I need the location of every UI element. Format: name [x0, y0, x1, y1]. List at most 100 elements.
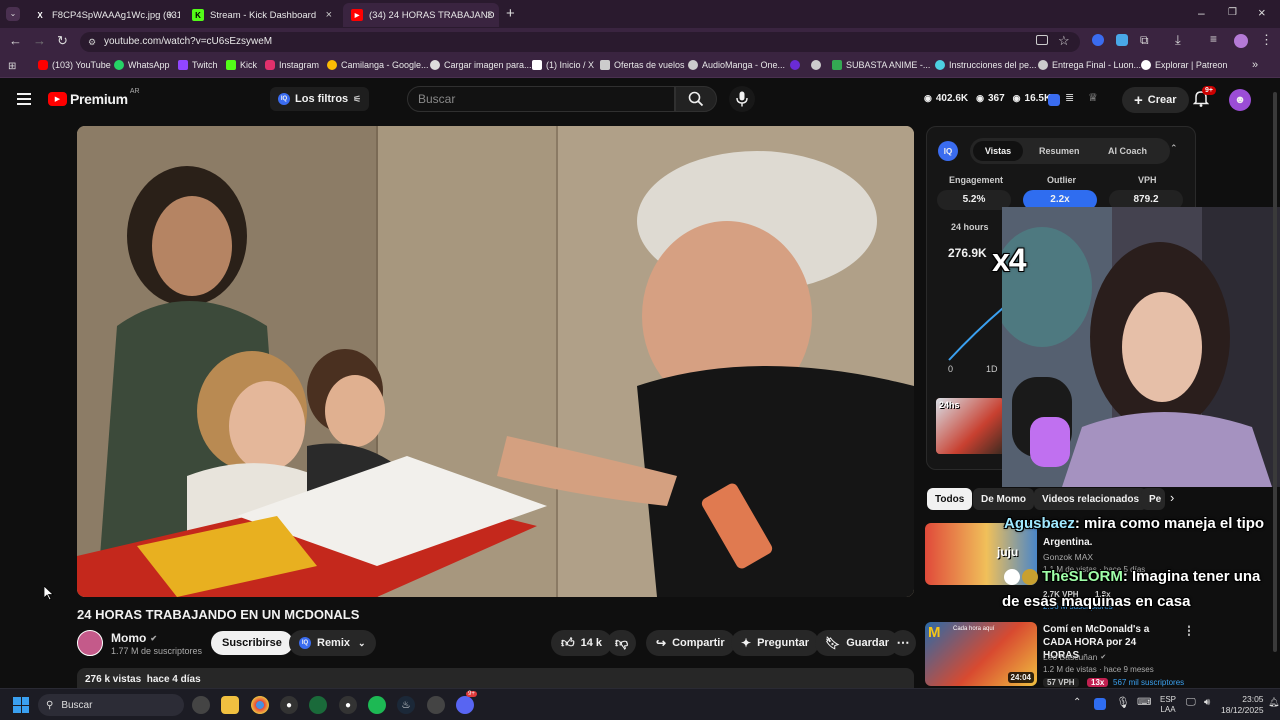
keyboard-icon[interactable]: ⌨: [1137, 697, 1151, 708]
dislike-button[interactable]: 👎︎: [607, 630, 637, 656]
page-scrollbar[interactable]: [1272, 84, 1278, 684]
maximize-icon[interactable]: ❐: [1228, 7, 1237, 18]
close-icon[interactable]: ×: [168, 9, 174, 21]
clock[interactable]: 23:05 18/12/2025: [1221, 694, 1264, 716]
file-explorer-icon[interactable]: [221, 696, 239, 714]
notification-center-icon[interactable]: 🔔︎: [1268, 697, 1279, 708]
youtube-logo[interactable]: ▶ Premium AR: [48, 88, 140, 107]
hamburger-menu-icon[interactable]: [17, 93, 31, 105]
puzzle-icon[interactable]: ⧉: [1140, 33, 1149, 48]
download-icon[interactable]: ⤓: [1175, 32, 1181, 48]
reload-icon[interactable]: ↻: [57, 33, 68, 49]
obs-icon[interactable]: ●: [339, 696, 357, 714]
more-actions-button[interactable]: ⋯: [890, 630, 916, 656]
copilot-icon[interactable]: [192, 696, 210, 714]
tray-app-icon[interactable]: [1094, 698, 1106, 710]
share-button[interactable]: ↪ Compartir: [646, 630, 735, 656]
new-tab-button[interactable]: +: [506, 5, 515, 22]
minimize-icon[interactable]: –: [1198, 6, 1205, 20]
taskbar-search[interactable]: ⚲ Buscar: [38, 694, 184, 716]
menu-icon[interactable]: ⋮: [1260, 32, 1273, 48]
mic-tray-icon[interactable]: 🎙︎: [1116, 696, 1130, 709]
notifications-button[interactable]: 9+: [1192, 86, 1216, 112]
iq-extension-icon[interactable]: [1048, 94, 1060, 106]
tab-kick-dashboard[interactable]: K Stream - Kick Dashboard ×: [184, 3, 338, 27]
like-button[interactable]: 👍︎ 14 k: [551, 630, 613, 656]
chrome-icon[interactable]: [251, 696, 269, 714]
site-info-icon[interactable]: ⚙: [88, 32, 96, 52]
bookmark-whatsapp[interactable]: WhatsApp: [114, 60, 170, 70]
media-icon[interactable]: ≡: [1210, 32, 1217, 46]
language-indicator[interactable]: ESP LAA: [1160, 695, 1176, 715]
channel-avatar[interactable]: [77, 630, 103, 656]
video-player[interactable]: [77, 126, 914, 597]
cast-icon[interactable]: [1036, 35, 1048, 45]
list-icon[interactable]: ≣: [1065, 91, 1074, 104]
options-icon[interactable]: ⋮: [1183, 624, 1195, 638]
bookmark-kick[interactable]: Kick: [226, 60, 257, 70]
bookmark-star-icon[interactable]: ☆: [1058, 33, 1070, 49]
save-button[interactable]: 🔖︎ Guardar: [815, 630, 900, 656]
ask-button[interactable]: ✦ Preguntar: [731, 630, 820, 656]
voice-search-button[interactable]: [729, 86, 755, 112]
collapse-icon[interactable]: ⌃: [1170, 143, 1178, 154]
tab-resumen[interactable]: Resumen: [1039, 141, 1080, 161]
windows-start-icon[interactable]: [13, 697, 29, 713]
app-green-icon[interactable]: [309, 696, 327, 714]
chip-todos[interactable]: Todos: [927, 488, 973, 510]
chip-related[interactable]: Videos relacionados: [1034, 488, 1148, 510]
apps-icon[interactable]: ⊞: [8, 61, 16, 72]
close-icon[interactable]: ×: [487, 9, 493, 21]
bookmark-globe[interactable]: [811, 60, 825, 70]
channel-name[interactable]: Momo ✔: [111, 631, 157, 645]
steam-icon[interactable]: ♨: [397, 696, 415, 714]
bookmark-youtube[interactable]: (103) YouTube: [38, 60, 111, 70]
profile-avatar[interactable]: [1234, 34, 1248, 48]
recommendation-item[interactable]: M Cada hora aquí 24:04 Comí en McDonald'…: [925, 620, 1195, 688]
account-avatar[interactable]: ☻: [1229, 89, 1251, 111]
close-icon[interactable]: ×: [326, 9, 332, 21]
create-button[interactable]: + Crear: [1122, 87, 1189, 113]
badge-icon[interactable]: ♕: [1088, 91, 1098, 104]
back-icon[interactable]: ←: [9, 33, 22, 48]
chevron-right-icon[interactable]: ›: [1170, 490, 1174, 505]
bookmark-entrega-final[interactable]: Entrega Final - Luon...: [1038, 60, 1141, 70]
close-window-icon[interactable]: ×: [1258, 5, 1266, 20]
bookmark-x[interactable]: (1) Inicio / X: [532, 60, 594, 70]
related-thumbnail[interactable]: 24hs: [936, 398, 1004, 454]
bookmark-patreon[interactable]: Explorar | Patreon: [1141, 60, 1227, 70]
tab-list-icon[interactable]: ⌄: [6, 7, 20, 21]
more-bookmarks-icon[interactable]: »: [1252, 59, 1258, 71]
extension-icon[interactable]: [1116, 34, 1128, 46]
bookmark-twitch[interactable]: Twitch: [178, 60, 218, 70]
bookmark-camilanga[interactable]: Camilanga - Google...: [327, 60, 429, 70]
network-icon[interactable]: 🖵︎: [1186, 697, 1196, 708]
search-input[interactable]: Buscar: [407, 86, 675, 112]
extension-icon[interactable]: [1092, 34, 1104, 46]
search-button[interactable]: [675, 86, 717, 112]
volume-icon[interactable]: 🔊︎: [1204, 697, 1210, 708]
remix-button[interactable]: IQ Remix ⌄: [289, 630, 376, 656]
tab-vistas[interactable]: Vistas: [973, 141, 1023, 161]
discord-icon[interactable]: 9+: [456, 691, 477, 714]
spotify-icon[interactable]: [368, 696, 386, 714]
tray-chevron-icon[interactable]: ⌃: [1073, 697, 1081, 708]
bookmark-cargar-imagen[interactable]: Cargar imagen para...: [430, 60, 532, 70]
bookmark-audiomanga[interactable]: AudioManga - One...: [688, 60, 785, 70]
bookmark-subasta[interactable]: SUBASTA ANIME -...: [832, 60, 930, 70]
subscribe-button[interactable]: Suscribirse: [211, 631, 293, 655]
url-field[interactable]: ⚙ youtube.com/watch?v=cU6sEzsyweM: [80, 32, 1080, 52]
tab-youtube-video[interactable]: ▶ (34) 24 HORAS TRABAJAND ×: [343, 3, 499, 27]
forward-icon[interactable]: →: [33, 33, 46, 48]
bookmark-instagram[interactable]: Instagram: [265, 60, 319, 70]
bookmark-vuelos[interactable]: Ofertas de vuelos: [600, 60, 685, 70]
obs-icon[interactable]: ●: [280, 696, 298, 714]
chip-more[interactable]: Pe: [1141, 488, 1165, 510]
tab-image[interactable]: X F8CP4SpWAAAg1Wc.jpg (631× ×: [26, 3, 180, 27]
chip-de-momo[interactable]: De Momo: [973, 488, 1034, 510]
bookmark-purple[interactable]: [790, 60, 804, 70]
video-description-box[interactable]: 276 k vistas hace 4 días: [77, 668, 914, 690]
bookmark-instrucciones[interactable]: Instrucciones del pe...: [935, 60, 1037, 70]
filters-button[interactable]: IQ Los filtros ⚟: [270, 87, 370, 111]
app-icon[interactable]: [427, 696, 445, 714]
